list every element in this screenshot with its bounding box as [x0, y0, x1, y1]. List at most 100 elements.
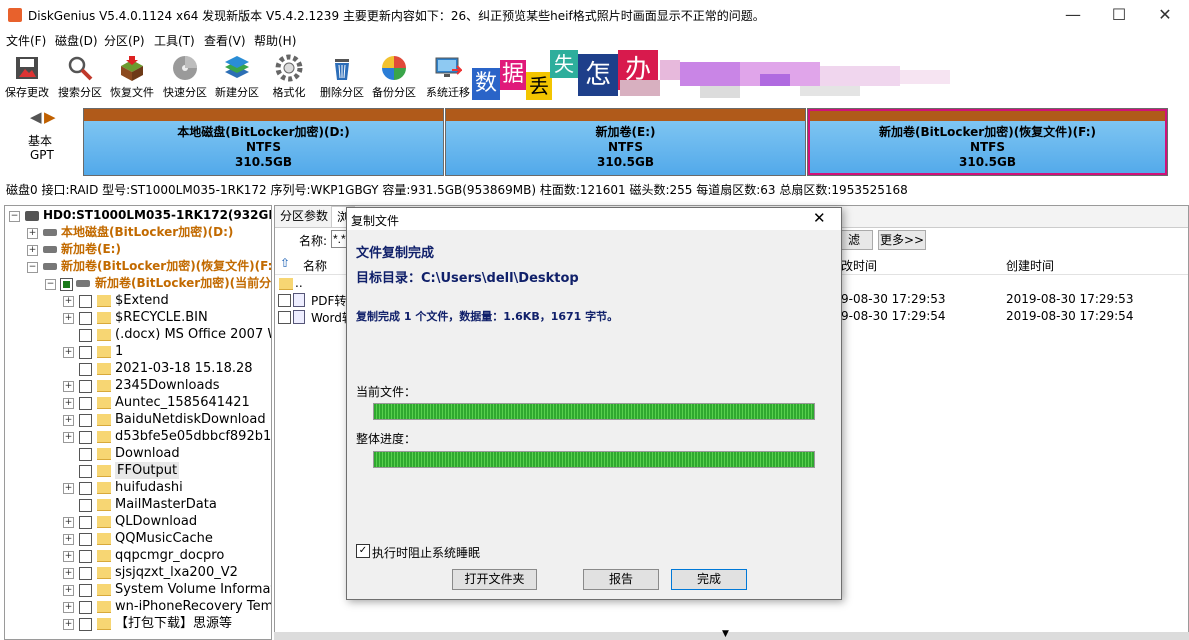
ad-banner[interactable]: 数 据 丢 失 怎 办 — [470, 50, 970, 102]
folder-checkbox[interactable] — [79, 380, 92, 393]
disk-info-line: 磁盘0 接口:RAID 型号:ST1000LM035-1RK172 序列号:WK… — [6, 183, 908, 197]
folder-checkbox[interactable] — [79, 346, 92, 359]
magnifier-icon — [68, 56, 93, 81]
open-folder-button[interactable]: 打开文件夹 — [452, 569, 537, 590]
folder-checkbox[interactable] — [79, 584, 92, 597]
menu-view[interactable]: 查看(V) — [204, 32, 246, 49]
ad-blur — [760, 74, 790, 86]
partition-e[interactable]: 新加卷(E:) NTFS 310.5GB — [445, 108, 806, 176]
format-button[interactable]: 格式化 — [263, 50, 315, 102]
expand-icon[interactable]: + — [63, 551, 74, 562]
more-button[interactable]: 更多>> — [878, 230, 926, 250]
maximize-button[interactable]: ☐ — [1096, 0, 1142, 30]
title-bar: DiskGenius V5.4.0.1124 x64 发现新版本 V5.4.2.… — [0, 0, 1189, 30]
file-checkbox[interactable] — [278, 311, 291, 324]
expand-icon[interactable]: + — [63, 483, 74, 494]
close-window-button[interactable]: ✕ — [1142, 0, 1188, 30]
horizontal-scrollbar[interactable]: ▼ — [274, 629, 1189, 640]
prevent-sleep-checkbox[interactable]: ✓ — [356, 544, 370, 558]
folder-checkbox[interactable] — [79, 363, 92, 376]
window-title: DiskGenius V5.4.0.1124 x64 发现新版本 V5.4.2.… — [28, 9, 765, 23]
ad-tile: 怎 — [578, 54, 618, 96]
tab-partition-params[interactable]: 分区参数 — [275, 206, 333, 226]
folder-checkbox[interactable] — [79, 448, 92, 461]
search-partition-button[interactable]: 搜索分区 — [54, 50, 106, 102]
folder-checkbox[interactable] — [79, 601, 92, 614]
ad-blur — [820, 66, 900, 86]
expand-icon[interactable]: + — [63, 347, 74, 358]
scroll-down-arrow-icon[interactable]: ▼ — [722, 629, 729, 639]
collapse-icon[interactable]: − — [27, 262, 38, 273]
folder-checkbox[interactable] — [79, 397, 92, 410]
folder-checkbox[interactable] — [79, 465, 92, 478]
current-file-label: 当前文件： — [356, 385, 417, 399]
folder-icon — [97, 312, 111, 324]
menu-file[interactable]: 文件(F) — [6, 32, 46, 49]
col-name-header[interactable]: 名称 — [303, 257, 327, 274]
expand-icon[interactable]: + — [27, 228, 38, 239]
done-button[interactable]: 完成 — [671, 569, 747, 590]
report-button[interactable]: 报告 — [583, 569, 659, 590]
menu-disk[interactable]: 磁盘(D) — [55, 32, 98, 49]
expand-icon[interactable]: + — [63, 432, 74, 443]
expand-icon[interactable]: + — [63, 619, 74, 630]
col-created-header[interactable]: 创建时间 — [1006, 257, 1054, 274]
folder-checkbox[interactable] — [79, 431, 92, 444]
partition-name: 本地磁盘(BitLocker加密)(D:) — [177, 125, 350, 139]
save-icon — [16, 57, 38, 79]
folder-checkbox[interactable] — [79, 329, 92, 342]
next-disk-arrow-icon[interactable]: ▶ — [44, 108, 56, 126]
prev-disk-arrow-icon[interactable]: ◀ — [30, 108, 42, 126]
file-checkbox[interactable] — [278, 294, 291, 307]
menu-partition[interactable]: 分区(P) — [104, 32, 145, 49]
expand-icon[interactable]: + — [63, 602, 74, 613]
folder-checkbox[interactable] — [79, 567, 92, 580]
folder-checkbox[interactable] — [79, 550, 92, 563]
dialog-title-bar: 复制文件 ✕ — [347, 208, 841, 230]
folder-checkbox[interactable] — [79, 516, 92, 529]
expand-icon[interactable]: + — [63, 296, 74, 307]
partial-checkbox[interactable] — [60, 278, 73, 291]
save-changes-button[interactable]: 保存更改 — [1, 50, 53, 102]
partition-d[interactable]: 本地磁盘(BitLocker加密)(D:) NTFS 310.5GB — [83, 108, 444, 176]
backup-partition-button[interactable]: 备份分区 — [368, 50, 420, 102]
expand-icon[interactable]: + — [63, 517, 74, 528]
folder-checkbox[interactable] — [79, 618, 92, 631]
quick-partition-button[interactable]: 快速分区 — [159, 50, 211, 102]
up-folder-icon[interactable]: ⇧ — [280, 256, 290, 270]
copy-summary: 复制完成 1 个文件，数据量：1.6KB，1671 字节。 — [356, 310, 619, 323]
collapse-icon[interactable]: − — [45, 279, 56, 290]
expand-icon[interactable]: + — [63, 313, 74, 324]
minimize-button[interactable]: — — [1050, 0, 1096, 30]
expand-icon[interactable]: + — [63, 568, 74, 579]
collapse-icon[interactable]: − — [9, 211, 20, 222]
partition-name: 新加卷(BitLocker加密)(恢复文件)(F:) — [879, 125, 1096, 139]
folder-checkbox[interactable] — [79, 295, 92, 308]
expand-icon[interactable]: + — [63, 585, 74, 596]
folder-checkbox[interactable] — [79, 414, 92, 427]
dialog-close-button[interactable]: ✕ — [813, 209, 826, 227]
layers-icon — [225, 56, 249, 78]
system-migration-button[interactable]: 系统迁移 — [422, 50, 474, 102]
folder-icon — [97, 346, 111, 358]
menu-bar: 文件(F) 磁盘(D) 分区(P) 工具(T) 查看(V) 帮助(H) — [0, 30, 1189, 50]
partition-f[interactable]: 新加卷(BitLocker加密)(恢复文件)(F:) NTFS 310.5GB — [807, 108, 1168, 176]
menu-tools[interactable]: 工具(T) — [154, 32, 195, 49]
new-partition-button[interactable]: 新建分区 — [211, 50, 263, 102]
directory-tree[interactable]: − HD0:ST1000LM035-1RK172(932GB) + 本地磁盘(B… — [4, 205, 272, 640]
expand-icon[interactable]: + — [63, 381, 74, 392]
folder-icon — [97, 414, 111, 426]
expand-icon[interactable]: + — [63, 415, 74, 426]
folder-checkbox[interactable] — [79, 533, 92, 546]
recover-files-button[interactable]: 恢复文件 — [106, 50, 158, 102]
folder-checkbox[interactable] — [79, 499, 92, 512]
menu-help[interactable]: 帮助(H) — [254, 32, 296, 49]
expand-icon[interactable]: + — [27, 245, 38, 256]
expand-icon[interactable]: + — [63, 398, 74, 409]
delete-partition-button[interactable]: 删除分区 — [316, 50, 368, 102]
folder-checkbox[interactable] — [79, 312, 92, 325]
folder-icon — [97, 363, 111, 375]
expand-icon[interactable]: + — [63, 534, 74, 545]
col-modified-header[interactable]: 改时间 — [841, 257, 877, 274]
folder-checkbox[interactable] — [79, 482, 92, 495]
